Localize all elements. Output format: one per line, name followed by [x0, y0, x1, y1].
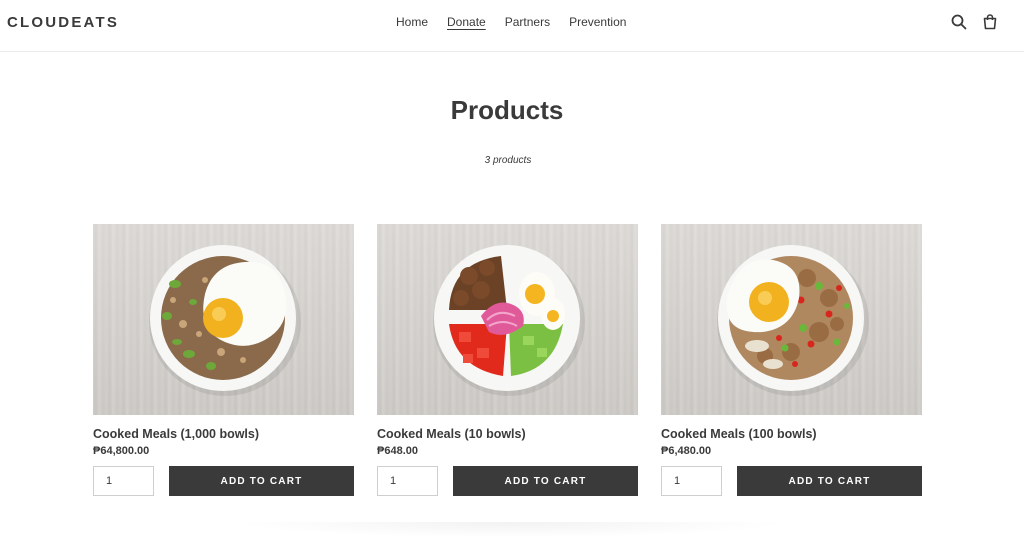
product-title[interactable]: Cooked Meals (100 bowls): [661, 427, 817, 441]
product-count: 3 products: [484, 155, 532, 166]
site-header: CLOUDEATS Home Donate Partners Preventio…: [0, 0, 1024, 52]
search-icon[interactable]: [950, 13, 968, 31]
add-to-cart-button[interactable]: ADD TO CART: [453, 466, 638, 496]
cart-icon[interactable]: [981, 13, 999, 31]
nav-home[interactable]: Home: [396, 15, 428, 29]
product-title[interactable]: Cooked Meals (1,000 bowls): [93, 427, 259, 441]
product-card: Cooked Meals (100 bowls) ₱6,480.00 ADD T…: [661, 224, 922, 496]
product-card: Cooked Meals (1,000 bowls) ₱64,800.00 AD…: [93, 224, 354, 496]
product-image[interactable]: [661, 224, 922, 415]
product-title[interactable]: Cooked Meals (10 bowls): [377, 427, 526, 441]
product-image[interactable]: [377, 224, 638, 415]
nav-donate[interactable]: Donate: [447, 15, 486, 29]
nav-prevention[interactable]: Prevention: [569, 15, 626, 29]
add-to-cart-button[interactable]: ADD TO CART: [737, 466, 922, 496]
nav-partners[interactable]: Partners: [505, 15, 550, 29]
site-logo[interactable]: CLOUDEATS: [7, 14, 119, 31]
quantity-input[interactable]: [93, 466, 154, 496]
main-nav: Home Donate Partners Prevention: [396, 15, 645, 29]
quantity-input[interactable]: [377, 466, 438, 496]
product-image[interactable]: [93, 224, 354, 415]
quantity-input[interactable]: [661, 466, 722, 496]
product-price: ₱6,480.00: [661, 445, 712, 457]
add-to-cart-button[interactable]: ADD TO CART: [169, 466, 354, 496]
footer-divider: [230, 522, 790, 538]
product-price: ₱648.00: [377, 445, 418, 457]
product-card: Cooked Meals (10 bowls) ₱648.00 ADD TO C…: [377, 224, 638, 496]
page-title: Products: [450, 95, 564, 125]
product-price: ₱64,800.00: [93, 445, 150, 457]
